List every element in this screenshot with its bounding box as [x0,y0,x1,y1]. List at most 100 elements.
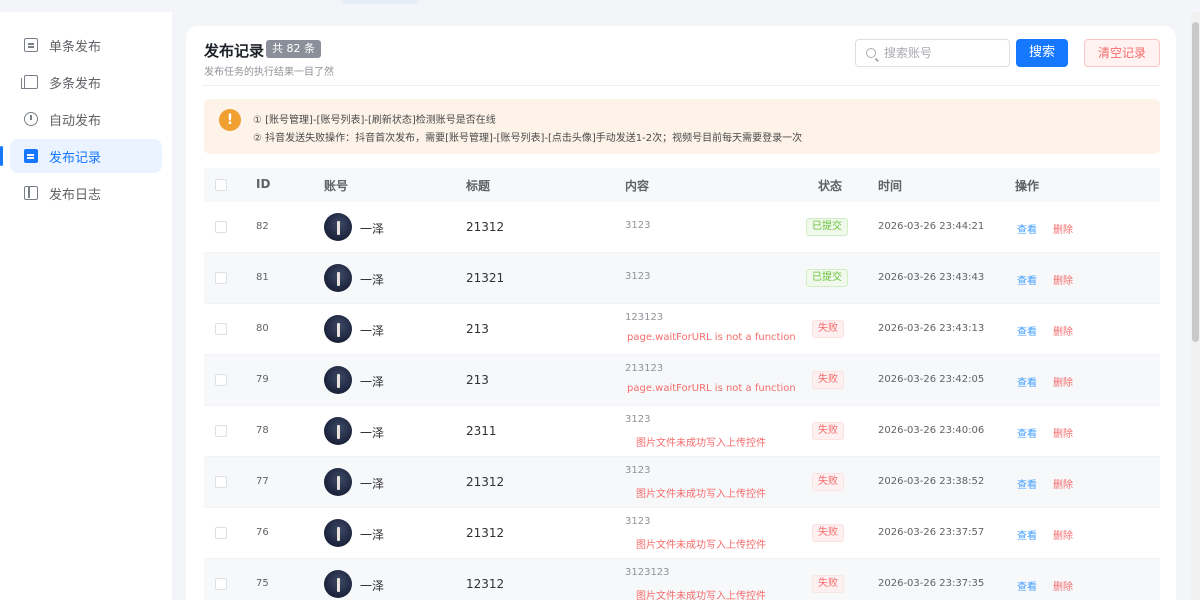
row-content: 3123 [625,271,651,282]
table-row[interactable]: 81 一泽 21321 3123 已提交 2026-03-26 23:43:43 查看 删除 [204,253,1160,304]
sidebar-item-label: 自动发布 [49,113,102,129]
row-error-message: 图片文件未成功写入上传控件 [636,540,766,551]
table-row[interactable]: 77 一泽 21312 3123 图片文件未成功写入上传控件 失败 2026-03-26 2… [204,457,1160,508]
avatar [324,264,352,292]
search-icon [866,48,876,58]
delete-button[interactable]: 删除 [1053,578,1073,593]
row-content: 3123 [625,414,651,425]
sidebar-item-label: 多条发布 [49,76,102,92]
sidebar-item-label: 单条发布 [49,39,102,55]
column-actions: 操作 [1015,179,1040,193]
row-error-message: 图片文件未成功写入上传控件 [636,591,766,600]
sidebar-item-auto-publish[interactable]: 自动发布 [10,102,162,136]
sidebar-item-label: 发布日志 [49,187,102,203]
sidebar: 单条发布 多条发布 自动发布 发布记录 发布日志 [0,12,172,600]
row-time: 2026-03-26 23:43:13 [878,323,985,334]
delete-button[interactable]: 删除 [1053,221,1073,236]
delete-button[interactable]: 删除 [1053,425,1073,440]
records-card: 发布记录 共 82 条 发布任务的执行结果一目了然 搜索 清空记录 ! ① [账… [186,26,1176,600]
column-status: 状态 [818,179,843,193]
warning-icon: ! [219,109,241,131]
row-time: 2026-03-26 23:43:43 [878,272,985,283]
status-badge: 失败 [812,371,844,389]
row-account: 一泽 [360,273,385,287]
row-id: 76 [256,527,269,538]
avatar [324,366,352,394]
row-checkbox[interactable] [215,374,227,386]
row-content: 3123 [625,516,651,527]
select-all-checkbox[interactable] [215,179,227,191]
avatar [324,468,352,496]
sidebar-item-publish-records[interactable]: 发布记录 [0,139,162,173]
row-checkbox[interactable] [215,272,227,284]
row-checkbox[interactable] [215,323,227,335]
table-row[interactable]: 76 一泽 21312 3123 图片文件未成功写入上传控件 失败 2026-03-26 2… [204,508,1160,559]
row-error-message: page.waitForURL is not a function [627,332,796,343]
row-time: 2026-03-26 23:40:06 [878,425,985,436]
table-row[interactable]: 80 一泽 213 123123 page.waitForURL is not a fu… [204,304,1160,355]
avatar [324,213,352,241]
table-row[interactable]: 82 一泽 21312 3123 已提交 2026-03-26 23:44:21 查看 删除 [204,202,1160,253]
row-checkbox[interactable] [215,221,227,233]
row-title: 21312 [466,220,505,234]
book-icon [24,186,38,200]
scrollbar-thumb[interactable] [1192,22,1199,342]
avatar [324,417,352,445]
status-badge: 失败 [812,422,844,440]
top-tab-pill[interactable] [340,0,420,4]
count-badge: 共 82 条 [266,40,321,58]
view-button[interactable]: 查看 [1017,272,1037,287]
search-input[interactable] [884,46,1004,60]
delete-button[interactable]: 删除 [1053,374,1073,389]
row-checkbox[interactable] [215,578,227,590]
sidebar-item-publish-log[interactable]: 发布日志 [10,176,162,210]
row-account: 一泽 [360,477,385,491]
row-checkbox[interactable] [215,476,227,488]
row-content: 3123123 [625,567,670,578]
view-button[interactable]: 查看 [1017,323,1037,338]
app-root: 单条发布 多条发布 自动发布 发布记录 发布日志 发布记录 共 82 条 发布任… [0,0,1200,600]
avatar [324,570,352,598]
row-content: 3123 [625,465,651,476]
sidebar-item-multi-publish[interactable]: 多条发布 [10,65,162,99]
row-account: 一泽 [360,579,385,593]
view-button[interactable]: 查看 [1017,425,1037,440]
row-account: 一泽 [360,375,385,389]
delete-button[interactable]: 删除 [1053,476,1073,491]
view-button[interactable]: 查看 [1017,527,1037,542]
row-content: 3123 [625,220,651,231]
records-table: ID 账号 标题 内容 状态 时间 操作 82 一泽 21312 3123 已提交 202… [204,168,1160,600]
row-account: 一泽 [360,528,385,542]
row-checkbox[interactable] [215,425,227,437]
delete-button[interactable]: 删除 [1053,527,1073,542]
status-badge: 失败 [812,473,844,491]
table-row[interactable]: 79 一泽 213 213123 page.waitForURL is not a fu… [204,355,1160,406]
search-box[interactable] [855,39,1010,67]
row-time: 2026-03-26 23:37:57 [878,527,985,538]
sidebar-item-label: 发布记录 [49,150,102,166]
delete-button[interactable]: 删除 [1053,272,1073,287]
delete-button[interactable]: 删除 [1053,323,1073,338]
view-button[interactable]: 查看 [1017,578,1037,593]
view-button[interactable]: 查看 [1017,476,1037,491]
view-button[interactable]: 查看 [1017,221,1037,236]
row-account: 一泽 [360,324,385,338]
row-time: 2026-03-26 23:44:21 [878,221,985,232]
sidebar-item-single-publish[interactable]: 单条发布 [10,28,162,62]
row-checkbox[interactable] [215,527,227,539]
clear-records-button[interactable]: 清空记录 [1084,39,1160,67]
row-time: 2026-03-26 23:38:52 [878,476,985,487]
row-title: 12312 [466,577,505,591]
document-icon [24,38,38,52]
row-account: 一泽 [360,222,385,236]
row-id: 75 [256,578,269,589]
page-scrollbar[interactable] [1191,12,1200,600]
row-account: 一泽 [360,426,385,440]
row-id: 81 [256,272,269,283]
table-row[interactable]: 78 一泽 2311 3123 图片文件未成功写入上传控件 失败 2026-03-26 23… [204,406,1160,457]
search-button[interactable]: 搜索 [1016,39,1068,67]
column-time: 时间 [878,179,903,193]
table-row[interactable]: 75 一泽 12312 3123123 图片文件未成功写入上传控件 失败 2026-03-2… [204,559,1160,600]
row-title: 213 [466,322,489,336]
view-button[interactable]: 查看 [1017,374,1037,389]
